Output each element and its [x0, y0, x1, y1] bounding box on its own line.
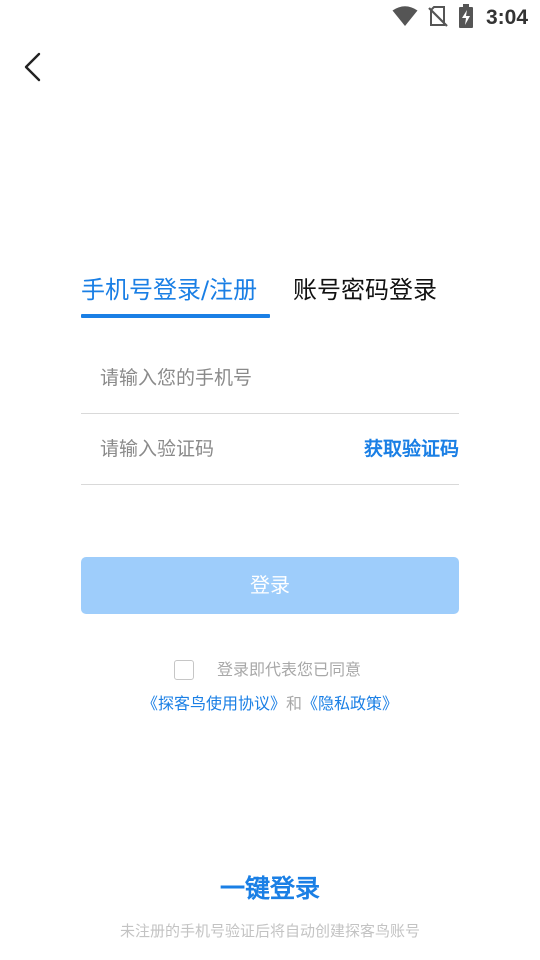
get-code-button[interactable]: 获取验证码 — [364, 413, 459, 485]
tab-password-login[interactable]: 账号密码登录 — [293, 268, 437, 320]
agreement-row: 登录即代表您已同意 — [0, 656, 540, 684]
status-icons: 3:04 — [392, 4, 528, 32]
privacy-policy-link[interactable]: 《隐私政策》 — [302, 694, 398, 713]
agreement-checkbox[interactable] — [174, 660, 194, 680]
code-field-row: 获取验证码 — [81, 413, 459, 485]
status-time: 3:04 — [485, 6, 528, 29]
login-button[interactable]: 登录 — [81, 557, 459, 614]
back-button[interactable] — [14, 50, 52, 88]
one-key-login-button[interactable]: 一键登录 — [0, 868, 540, 910]
phone-field-row — [81, 342, 459, 414]
phone-input[interactable] — [100, 342, 350, 414]
agreement-text: 登录即代表您已同意 — [217, 660, 362, 679]
chevron-left-icon — [23, 51, 43, 87]
login-tabs: 手机号登录/注册 账号密码登录 — [81, 268, 459, 320]
battery-charging-icon — [458, 4, 474, 32]
policy-conjunction: 和 — [285, 694, 302, 713]
user-agreement-link[interactable]: 《探客鸟使用协议》 — [142, 694, 286, 713]
wifi-icon — [392, 5, 418, 31]
status-bar: 3:04 — [0, 0, 540, 36]
verification-code-input[interactable] — [100, 413, 350, 485]
no-sim-icon — [428, 5, 448, 31]
tab-phone-login[interactable]: 手机号登录/注册 — [81, 268, 270, 320]
footer-note: 未注册的手机号验证后将自动创建探客鸟账号 — [119, 922, 420, 940]
policy-row: 《探客鸟使用协议》和《隐私政策》 — [0, 690, 540, 718]
tab-indicator — [81, 314, 270, 318]
